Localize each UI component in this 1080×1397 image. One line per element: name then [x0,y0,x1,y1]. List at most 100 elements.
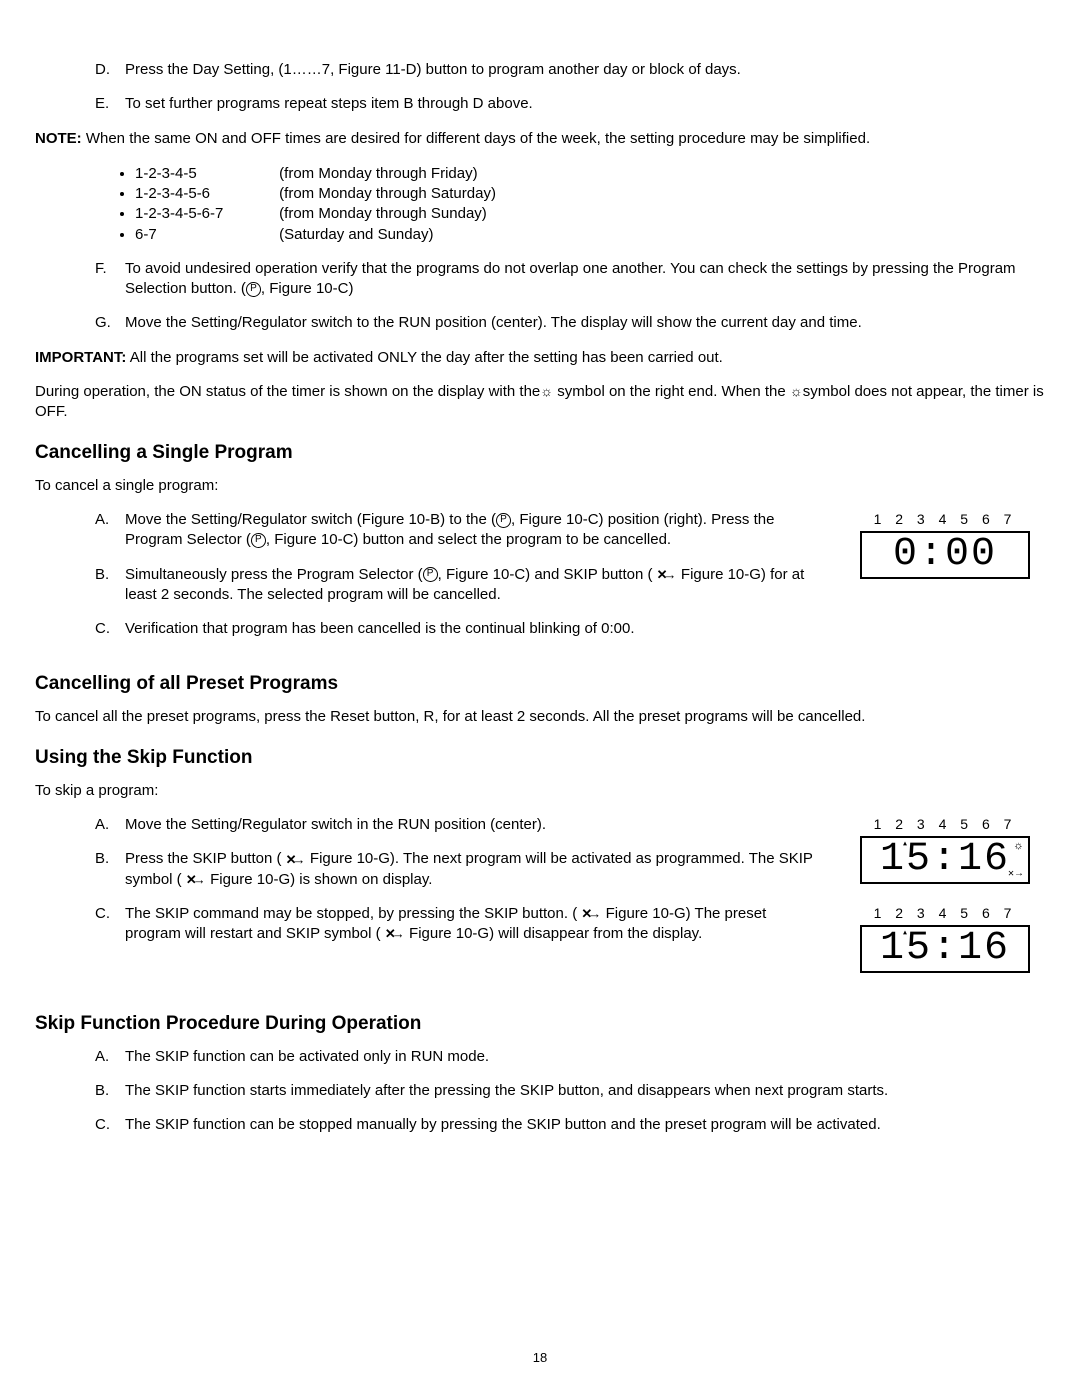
list-FG: F. To avoid undesired operation verify t… [35,259,1045,334]
lcd-display-skip-on: 1 2 3 4 5 6 7 ▴ 15:16 ☼ ✕→ [845,815,1045,884]
note-label: NOTE: [35,130,82,147]
list-item-F: F. To avoid undesired operation verify t… [95,259,1045,300]
list-item-A: A. Move the Setting/Regulator switch (Fi… [95,510,825,551]
list-text: To avoid undesired operation verify that… [125,259,1045,300]
page-number: 18 [0,1349,1080,1367]
right-column: 1 2 3 4 5 6 7 0:00 [845,510,1045,599]
important-paragraph: IMPORTANT: All the programs set will be … [35,348,1045,368]
skip-icon: ✕→ [286,851,302,869]
cancel-all-text: To cancel all the preset programs, press… [35,707,1045,727]
skip-icon: ✕→ [657,566,673,584]
right-column: 1 2 3 4 5 6 7 ▴ 15:16 ☼ ✕→ 1 2 3 4 5 6 7… [845,815,1045,993]
bullet-item: 1-2-3-4-5-6 (from Monday through Saturda… [135,184,1045,204]
text-fragment: Press the SKIP button ( [125,850,286,867]
list-marker: C. [95,619,125,639]
important-text: All the programs set will be activated O… [130,349,723,366]
day-code-bullet-list: 1-2-3-4-5 (from Monday through Friday) 1… [35,164,1045,245]
list-marker: C. [95,1115,125,1135]
sun-icon: ☼ [540,382,553,401]
list-marker: A. [95,815,125,835]
list-skip: A. Move the Setting/Regulator switch in … [35,815,825,944]
text-fragment: Simultaneously press the Program Selecto… [125,566,423,583]
bullet-item: 6-7 (Saturday and Sunday) [135,225,1045,245]
intro-text: To skip a program: [35,781,1045,801]
lcd-sun-icon: ☼ [1015,840,1024,852]
day-desc: (from Monday through Sunday) [279,205,487,222]
text-fragment: During operation, the ON status of the t… [35,383,540,400]
bullet-item: 1-2-3-4-5 (from Monday through Friday) [135,164,1045,184]
list-text: Move the Setting/Regulator switch (Figur… [125,510,825,551]
list-marker: A. [95,1047,125,1067]
list-text: The SKIP command may be stopped, by pres… [125,904,825,945]
note-text: When the same ON and OFF times are desir… [86,130,870,147]
list-marker: B. [95,565,125,606]
lcd-time-box: ▴ 15:16 ☼ ✕→ [860,836,1030,884]
text-fragment: The SKIP command may be stopped, by pres… [125,905,581,922]
lcd-time-value: 15:16 [880,926,1010,971]
list-text: The SKIP function can be activated only … [125,1047,1045,1067]
sun-icon: ☼ [790,382,803,401]
list-marker: D. [95,60,125,80]
list-skip-procedure: A. The SKIP function can be activated on… [35,1047,1045,1136]
list-text: Move the Setting/Regulator switch in the… [125,815,825,835]
heading-cancel-all: Cancelling of all Preset Programs [35,671,1045,697]
lcd-day-row: 1 2 3 4 5 6 7 [845,510,1045,529]
intro-text: To cancel a single program: [35,476,1045,496]
day-desc: (from Monday through Saturday) [279,185,496,202]
list-marker: C. [95,904,125,945]
day-code: 1-2-3-4-5-6-7 [135,204,275,224]
text-fragment: Figure 10-G) will disappear from the dis… [405,925,702,942]
lcd-arrow-icon: ▴ [902,840,910,850]
lcd-arrow-icon: ▴ [902,929,910,939]
text-fragment: symbol on the right end. When the [553,383,790,400]
operation-paragraph: During operation, the ON status of the t… [35,382,1045,423]
text-fragment: , Figure 10-C) [261,280,354,297]
list-item-B: B. Simultaneously press the Program Sele… [95,565,825,606]
list-marker: B. [95,849,125,890]
list-marker: G. [95,313,125,333]
program-icon: P [423,567,438,582]
lcd-skip-icon: ✕→ [1008,870,1024,880]
text-fragment: Move the Setting/Regulator switch (Figur… [125,511,496,528]
lcd-day-row: 1 2 3 4 5 6 7 [845,904,1045,923]
skip-icon: ✕→ [186,871,202,889]
list-item-C: C. Verification that program has been ca… [95,619,825,639]
program-icon: P [251,533,266,548]
left-column: A. Move the Setting/Regulator switch (Fi… [35,510,825,653]
program-icon: P [246,282,261,297]
list-item-B: B. Press the SKIP button ( ✕→ Figure 10-… [95,849,825,890]
program-icon: P [496,513,511,528]
lcd-time-value: 0:00 [893,532,997,577]
note-line: NOTE: When the same ON and OFF times are… [35,129,1045,149]
list-text: The SKIP function starts immediately aft… [125,1081,1045,1101]
manual-page: D. Press the Day Setting, (1……7, Figure … [0,0,1080,1397]
lcd-display-skip-off: 1 2 3 4 5 6 7 ▴ 15:16 [845,904,1045,973]
left-column: A. Move the Setting/Regulator switch in … [35,815,825,958]
list-marker: A. [95,510,125,551]
list-text: To set further programs repeat steps ite… [125,94,1045,114]
list-text: The SKIP function can be stopped manuall… [125,1115,1045,1135]
list-text: Simultaneously press the Program Selecto… [125,565,825,606]
skip-icon: ✕→ [385,925,401,943]
list-text: Press the SKIP button ( ✕→ Figure 10-G).… [125,849,825,890]
heading-cancel-single: Cancelling a Single Program [35,440,1045,466]
list-item-E: E. To set further programs repeat steps … [95,94,1045,114]
list-text: Move the Setting/Regulator switch to the… [125,313,1045,333]
lcd-day-row: 1 2 3 4 5 6 7 [845,815,1045,834]
list-text: Press the Day Setting, (1……7, Figure 11-… [125,60,1045,80]
day-code: 1-2-3-4-5-6 [135,184,275,204]
lcd-time-box: 0:00 [860,531,1030,579]
day-desc: (Saturday and Sunday) [279,226,433,243]
list-DE: D. Press the Day Setting, (1……7, Figure … [35,60,1045,115]
day-desc: (from Monday through Friday) [279,165,477,182]
list-marker: B. [95,1081,125,1101]
heading-skip: Using the Skip Function [35,745,1045,771]
text-fragment: Figure 10-G) is shown on display. [206,871,433,888]
list-item-A: A. The SKIP function can be activated on… [95,1047,1045,1067]
lcd-time-box: ▴ 15:16 [860,925,1030,973]
lcd-time-value: 15:16 [880,837,1010,882]
list-text: Verification that program has been cance… [125,619,825,639]
text-fragment: , Figure 10-C) and SKIP button ( [438,566,657,583]
list-marker: E. [95,94,125,114]
two-column-row: A. Move the Setting/Regulator switch (Fi… [35,510,1045,653]
